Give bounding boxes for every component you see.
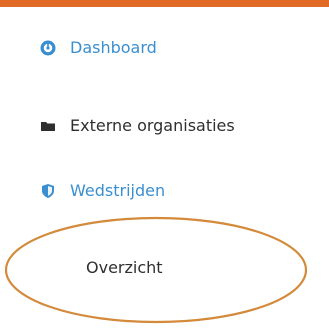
folder-icon	[40, 118, 56, 134]
sidebar-subitem-label: Overzicht	[86, 258, 163, 277]
annotation-ellipse	[4, 216, 308, 324]
sidebar-item-label: Dashboard	[70, 38, 157, 57]
sidebar-subitem-overzicht[interactable]: Overzicht	[86, 258, 163, 278]
sidebar-item-label: Wedstrijden	[70, 181, 166, 200]
dashboard-icon	[40, 40, 56, 56]
sidebar-screenshot: Dashboard Externe organisaties Wedstrijd…	[0, 0, 329, 334]
top-accent-bar	[0, 0, 329, 7]
sidebar-item-label: Externe organisaties	[70, 116, 235, 135]
sidebar-item-wedstrijden[interactable]: Wedstrijden	[40, 181, 165, 201]
sidebar-item-dashboard[interactable]: Dashboard	[40, 38, 157, 58]
shield-icon	[40, 183, 56, 199]
sidebar-item-externe-organisaties[interactable]: Externe organisaties	[40, 116, 235, 136]
